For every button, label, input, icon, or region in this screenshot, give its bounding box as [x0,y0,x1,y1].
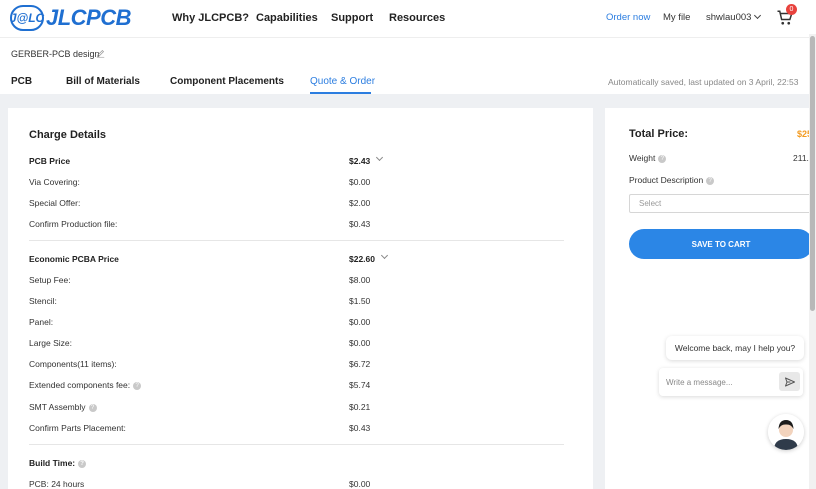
confirm-parts-value: $0.43 [349,423,371,433]
username: shwlau003 [706,12,752,23]
edit-icon[interactable] [96,49,105,58]
pcb-build-time-value: $0.00 [349,479,371,489]
product-description-row: Product Description? [629,175,715,185]
user-menu[interactable]: shwlau003 [706,11,762,23]
nav-resources[interactable]: Resources [389,12,445,24]
divider [29,444,564,445]
confirm-production-value: $0.43 [349,219,371,229]
logo-text: JLCPCB [46,5,132,30]
divider [29,240,564,241]
weight-label: Weight [629,153,656,163]
agent-avatar-icon [768,414,804,450]
large-size-value: $0.00 [349,338,371,348]
support-agent-avatar[interactable] [768,414,804,450]
product-description-label: Product Description [629,175,704,185]
via-covering-value: $0.00 [349,177,371,187]
chat-welcome-bubble: Welcome back, may I help you? [666,336,804,360]
help-icon[interactable]: ? [78,459,87,468]
components-label: Components(11 items): [29,359,117,369]
autosave-status: Automatically saved, last updated on 3 A… [608,77,799,87]
panel-label: Panel: [29,317,54,327]
top-navbar: J@LC JLCPCB Why JLCPCB? Capabilities Sup… [0,0,816,38]
via-covering-label: Via Covering: [29,177,80,187]
help-icon[interactable]: ? [706,176,715,185]
tab-quote-order[interactable]: Quote & Order [310,76,375,87]
smt-assembly-row: SMT Assembly? [29,402,97,412]
weight-value: 211. [793,153,809,163]
pcb-price-value: $2.43 [349,156,371,166]
special-offer-value: $2.00 [349,198,371,208]
help-icon[interactable]: ? [658,154,667,163]
stencil-label: Stencil: [29,296,57,306]
tab-component-placements[interactable]: Component Placements [170,76,284,87]
confirm-production-label: Confirm Production file: [29,219,118,229]
save-to-cart-button[interactable]: SAVE TO CART [629,229,813,259]
nav-capabilities[interactable]: Capabilities [256,12,318,24]
charge-details-title: Charge Details [29,129,107,141]
help-icon[interactable]: ? [133,381,142,390]
setup-fee-label: Setup Fee: [29,275,71,285]
setup-fee-value: $8.00 [349,275,371,285]
stencil-value: $1.50 [349,296,371,306]
product-description-select[interactable]: Select [629,194,811,213]
chevron-down-icon [754,11,762,20]
build-time-row: Build Time:? [29,458,87,468]
send-message-button[interactable] [779,372,800,391]
design-name: GERBER-PCB design [11,49,100,59]
scrollbar-thumb[interactable] [810,36,815,311]
send-icon [784,377,795,386]
extended-fee-label: Extended components fee: [29,380,131,390]
nav-support[interactable]: Support [331,12,373,24]
build-time-label: Build Time: [29,458,76,468]
components-value: $6.72 [349,359,371,369]
cart-count-badge: 0 [786,4,797,15]
tab-pcb[interactable]: PCB [11,76,32,87]
panel-value: $0.00 [349,317,371,327]
logo-badge: J@LC [10,5,44,31]
special-offer-label: Special Offer: [29,198,81,208]
pcb-build-time-label: PCB: 24 hours [29,479,85,489]
pcba-price-label: Economic PCBA Price [29,254,119,264]
nav-why-jlcpcb[interactable]: Why JLCPCB? [172,12,249,24]
pcba-price-value: $22.60 [349,254,375,264]
smt-assembly-value: $0.21 [349,402,371,412]
total-price-label: Total Price: [629,128,689,140]
smt-assembly-label: SMT Assembly [29,402,86,412]
my-file-link[interactable]: My file [663,12,690,23]
jlcpcb-logo[interactable]: J@LC JLCPCB [10,5,132,31]
weight-row: Weight? [629,153,667,163]
large-size-label: Large Size: [29,338,72,348]
extended-fee-value: $5.74 [349,380,371,390]
help-icon[interactable]: ? [88,403,97,412]
order-now-link[interactable]: Order now [606,12,650,23]
tab-bill-of-materials[interactable]: Bill of Materials [66,76,140,87]
pcb-price-label: PCB Price [29,156,71,166]
confirm-parts-label: Confirm Parts Placement: [29,423,126,433]
extended-fee-row: Extended components fee:? [29,380,142,390]
